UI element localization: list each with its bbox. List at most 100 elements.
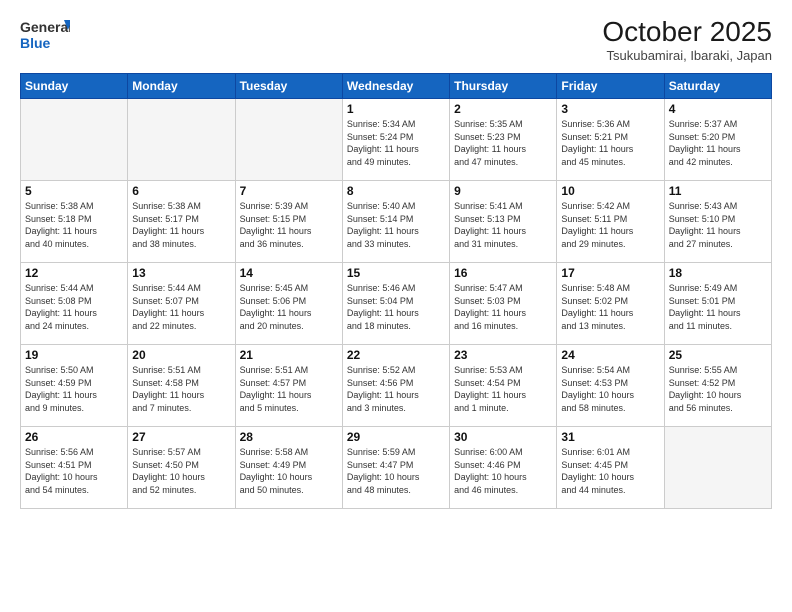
weekday-header-row: SundayMondayTuesdayWednesdayThursdayFrid… xyxy=(21,74,772,99)
calendar-cell: 9 Sunrise: 5:41 AM Sunset: 5:13 PM Daylig… xyxy=(450,181,557,263)
day-number: 16 xyxy=(454,266,552,280)
calendar-cell: 5 Sunrise: 5:38 AM Sunset: 5:18 PM Daylig… xyxy=(21,181,128,263)
calendar-cell: 28 Sunrise: 5:58 AM Sunset: 4:49 PM Dayli… xyxy=(235,427,342,509)
day-number: 12 xyxy=(25,266,123,280)
day-info: Sunrise: 5:48 AM Sunset: 5:02 PM Dayligh… xyxy=(561,282,659,332)
day-info: Sunrise: 5:53 AM Sunset: 4:54 PM Dayligh… xyxy=(454,364,552,414)
calendar-cell: 6 Sunrise: 5:38 AM Sunset: 5:17 PM Daylig… xyxy=(128,181,235,263)
day-info: Sunrise: 5:52 AM Sunset: 4:56 PM Dayligh… xyxy=(347,364,445,414)
day-number: 28 xyxy=(240,430,338,444)
day-info: Sunrise: 5:56 AM Sunset: 4:51 PM Dayligh… xyxy=(25,446,123,496)
weekday-saturday: Saturday xyxy=(664,74,771,99)
calendar-cell: 3 Sunrise: 5:36 AM Sunset: 5:21 PM Daylig… xyxy=(557,99,664,181)
weekday-tuesday: Tuesday xyxy=(235,74,342,99)
calendar-cell: 7 Sunrise: 5:39 AM Sunset: 5:15 PM Daylig… xyxy=(235,181,342,263)
day-number: 22 xyxy=(347,348,445,362)
calendar-cell: 18Sunrise: 5:49 AM Sunset: 5:01 PM Dayli… xyxy=(664,263,771,345)
day-number: 27 xyxy=(132,430,230,444)
calendar-cell: 24 Sunrise: 5:54 AM Sunset: 4:53 PM Dayli… xyxy=(557,345,664,427)
day-number: 15 xyxy=(347,266,445,280)
day-number: 1 xyxy=(347,102,445,116)
day-number: 30 xyxy=(454,430,552,444)
calendar-cell: 20Sunrise: 5:51 AM Sunset: 4:58 PM Dayli… xyxy=(128,345,235,427)
day-number: 25 xyxy=(669,348,767,362)
day-info: Sunrise: 5:40 AM Sunset: 5:14 PM Dayligh… xyxy=(347,200,445,250)
weekday-sunday: Sunday xyxy=(21,74,128,99)
day-info: Sunrise: 5:58 AM Sunset: 4:49 PM Dayligh… xyxy=(240,446,338,496)
day-info: Sunrise: 5:38 AM Sunset: 5:18 PM Dayligh… xyxy=(25,200,123,250)
day-info: Sunrise: 5:39 AM Sunset: 5:15 PM Dayligh… xyxy=(240,200,338,250)
day-number: 8 xyxy=(347,184,445,198)
day-info: Sunrise: 5:42 AM Sunset: 5:11 PM Dayligh… xyxy=(561,200,659,250)
day-info: Sunrise: 5:54 AM Sunset: 4:53 PM Dayligh… xyxy=(561,364,659,414)
weekday-monday: Monday xyxy=(128,74,235,99)
week-row-4: 19 Sunrise: 5:50 AM Sunset: 4:59 PM Dayli… xyxy=(21,345,772,427)
day-info: Sunrise: 5:38 AM Sunset: 5:17 PM Dayligh… xyxy=(132,200,230,250)
week-row-3: 12Sunrise: 5:44 AM Sunset: 5:08 PM Dayli… xyxy=(21,263,772,345)
logo: General Blue xyxy=(20,16,70,56)
day-info: Sunrise: 5:41 AM Sunset: 5:13 PM Dayligh… xyxy=(454,200,552,250)
calendar-cell: 11Sunrise: 5:43 AM Sunset: 5:10 PM Dayli… xyxy=(664,181,771,263)
calendar-cell: 29 Sunrise: 5:59 AM Sunset: 4:47 PM Dayli… xyxy=(342,427,449,509)
day-number: 23 xyxy=(454,348,552,362)
week-row-1: 1 Sunrise: 5:34 AM Sunset: 5:24 PM Daylig… xyxy=(21,99,772,181)
day-number: 29 xyxy=(347,430,445,444)
svg-text:Blue: Blue xyxy=(20,35,51,51)
day-number: 9 xyxy=(454,184,552,198)
calendar-cell: 13 Sunrise: 5:44 AM Sunset: 5:07 PM Dayli… xyxy=(128,263,235,345)
calendar-cell: 10 Sunrise: 5:42 AM Sunset: 5:11 PM Dayli… xyxy=(557,181,664,263)
day-number: 31 xyxy=(561,430,659,444)
day-info: Sunrise: 5:37 AM Sunset: 5:20 PM Dayligh… xyxy=(669,118,767,168)
day-info: Sunrise: 5:47 AM Sunset: 5:03 PM Dayligh… xyxy=(454,282,552,332)
day-number: 24 xyxy=(561,348,659,362)
calendar-title: October 2025 xyxy=(602,16,772,48)
calendar-cell: 27 Sunrise: 5:57 AM Sunset: 4:50 PM Dayli… xyxy=(128,427,235,509)
day-number: 5 xyxy=(25,184,123,198)
day-number: 17 xyxy=(561,266,659,280)
day-info: Sunrise: 5:59 AM Sunset: 4:47 PM Dayligh… xyxy=(347,446,445,496)
calendar-cell: 25 Sunrise: 5:55 AM Sunset: 4:52 PM Dayli… xyxy=(664,345,771,427)
calendar-cell: 19 Sunrise: 5:50 AM Sunset: 4:59 PM Dayli… xyxy=(21,345,128,427)
calendar-table: SundayMondayTuesdayWednesdayThursdayFrid… xyxy=(20,73,772,509)
calendar-cell: 2Sunrise: 5:35 AM Sunset: 5:23 PM Daylig… xyxy=(450,99,557,181)
calendar-cell: 30Sunrise: 6:00 AM Sunset: 4:46 PM Dayli… xyxy=(450,427,557,509)
day-number: 3 xyxy=(561,102,659,116)
day-info: Sunrise: 6:01 AM Sunset: 4:45 PM Dayligh… xyxy=(561,446,659,496)
calendar-cell xyxy=(664,427,771,509)
day-info: Sunrise: 5:49 AM Sunset: 5:01 PM Dayligh… xyxy=(669,282,767,332)
day-info: Sunrise: 5:46 AM Sunset: 5:04 PM Dayligh… xyxy=(347,282,445,332)
calendar-cell xyxy=(21,99,128,181)
calendar-cell xyxy=(128,99,235,181)
svg-text:General: General xyxy=(20,19,70,35)
page: General Blue October 2025 Tsukubamirai, … xyxy=(0,0,792,612)
weekday-thursday: Thursday xyxy=(450,74,557,99)
calendar-cell: 17 Sunrise: 5:48 AM Sunset: 5:02 PM Dayli… xyxy=(557,263,664,345)
day-info: Sunrise: 5:34 AM Sunset: 5:24 PM Dayligh… xyxy=(347,118,445,168)
week-row-5: 26Sunrise: 5:56 AM Sunset: 4:51 PM Dayli… xyxy=(21,427,772,509)
day-info: Sunrise: 5:51 AM Sunset: 4:57 PM Dayligh… xyxy=(240,364,338,414)
day-info: Sunrise: 5:44 AM Sunset: 5:07 PM Dayligh… xyxy=(132,282,230,332)
calendar-cell: 4 Sunrise: 5:37 AM Sunset: 5:20 PM Daylig… xyxy=(664,99,771,181)
day-number: 19 xyxy=(25,348,123,362)
weekday-wednesday: Wednesday xyxy=(342,74,449,99)
day-number: 6 xyxy=(132,184,230,198)
calendar-cell: 15 Sunrise: 5:46 AM Sunset: 5:04 PM Dayli… xyxy=(342,263,449,345)
day-info: Sunrise: 5:55 AM Sunset: 4:52 PM Dayligh… xyxy=(669,364,767,414)
day-number: 14 xyxy=(240,266,338,280)
day-info: Sunrise: 5:57 AM Sunset: 4:50 PM Dayligh… xyxy=(132,446,230,496)
calendar-cell xyxy=(235,99,342,181)
day-number: 10 xyxy=(561,184,659,198)
day-info: Sunrise: 5:45 AM Sunset: 5:06 PM Dayligh… xyxy=(240,282,338,332)
day-number: 7 xyxy=(240,184,338,198)
day-number: 13 xyxy=(132,266,230,280)
day-info: Sunrise: 5:36 AM Sunset: 5:21 PM Dayligh… xyxy=(561,118,659,168)
header: General Blue October 2025 Tsukubamirai, … xyxy=(20,16,772,63)
weekday-friday: Friday xyxy=(557,74,664,99)
logo-svg: General Blue xyxy=(20,16,70,56)
day-info: Sunrise: 5:43 AM Sunset: 5:10 PM Dayligh… xyxy=(669,200,767,250)
calendar-cell: 26Sunrise: 5:56 AM Sunset: 4:51 PM Dayli… xyxy=(21,427,128,509)
title-block: October 2025 Tsukubamirai, Ibaraki, Japa… xyxy=(602,16,772,63)
day-info: Sunrise: 5:50 AM Sunset: 4:59 PM Dayligh… xyxy=(25,364,123,414)
day-info: Sunrise: 5:35 AM Sunset: 5:23 PM Dayligh… xyxy=(454,118,552,168)
day-number: 4 xyxy=(669,102,767,116)
